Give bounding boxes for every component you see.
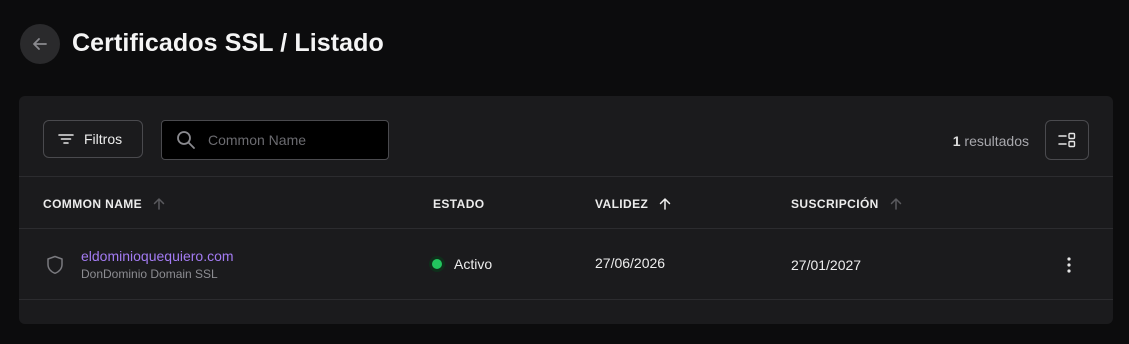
domain-link[interactable]: eldominioquequiero.com bbox=[81, 248, 234, 264]
column-label: COMMON NAME bbox=[43, 196, 143, 211]
layout-toggle-icon bbox=[1058, 132, 1076, 148]
results-label: resultados bbox=[964, 133, 1029, 149]
column-label: VALIDEZ bbox=[595, 196, 649, 211]
column-header-common-name[interactable]: COMMON NAME bbox=[43, 177, 166, 230]
page-header: Certificados SSL / Listado bbox=[20, 23, 384, 64]
shield-icon bbox=[47, 255, 63, 275]
row-actions-button[interactable] bbox=[1059, 253, 1079, 277]
common-name-search-input[interactable] bbox=[206, 131, 380, 149]
search-box[interactable] bbox=[161, 120, 389, 160]
column-header-estado: ESTADO bbox=[433, 177, 485, 230]
table-toolbar: Filtros 1 resultados bbox=[19, 96, 1113, 176]
table-row[interactable]: eldominioquequiero.com DonDominio Domain… bbox=[19, 229, 1113, 300]
filters-button[interactable]: Filtros bbox=[43, 120, 143, 158]
suscripcion-cell: 27/01/2027 bbox=[791, 257, 862, 273]
layout-toggle-button[interactable] bbox=[1045, 120, 1089, 160]
results-number: 1 bbox=[952, 133, 961, 149]
search-icon bbox=[177, 131, 195, 149]
results-count: 1 resultados bbox=[953, 133, 1029, 149]
column-label: SUSCRIPCIÓN bbox=[791, 196, 879, 211]
sort-arrow-icon bbox=[153, 197, 165, 210]
validez-cell: 27/06/2026 bbox=[595, 255, 666, 271]
filter-icon bbox=[58, 134, 74, 144]
kebab-menu-icon bbox=[1067, 257, 1071, 273]
table-header: COMMON NAME ESTADO VALIDEZ SUSCRIPCIÓN bbox=[19, 176, 1113, 229]
column-header-suscripcion[interactable]: SUSCRIPCIÓN bbox=[791, 177, 903, 230]
certificates-card: Filtros 1 resultados COMMON NAME bbox=[19, 96, 1113, 324]
column-header-validez[interactable]: VALIDEZ bbox=[595, 177, 672, 230]
status-dot-icon bbox=[432, 259, 442, 269]
column-label: ESTADO bbox=[433, 196, 485, 211]
status-cell: Activo bbox=[432, 256, 492, 272]
common-name-cell: eldominioquequiero.com DonDominio Domain… bbox=[81, 248, 234, 281]
page-title: Certificados SSL / Listado bbox=[72, 29, 384, 57]
back-button[interactable] bbox=[20, 23, 60, 64]
arrow-left-icon bbox=[33, 37, 47, 50]
sort-arrow-icon bbox=[660, 197, 671, 210]
product-name: DonDominio Domain SSL bbox=[81, 267, 218, 281]
status-label: Activo bbox=[454, 256, 493, 272]
sort-arrow-icon bbox=[890, 197, 901, 210]
filters-button-label: Filtros bbox=[84, 131, 123, 147]
